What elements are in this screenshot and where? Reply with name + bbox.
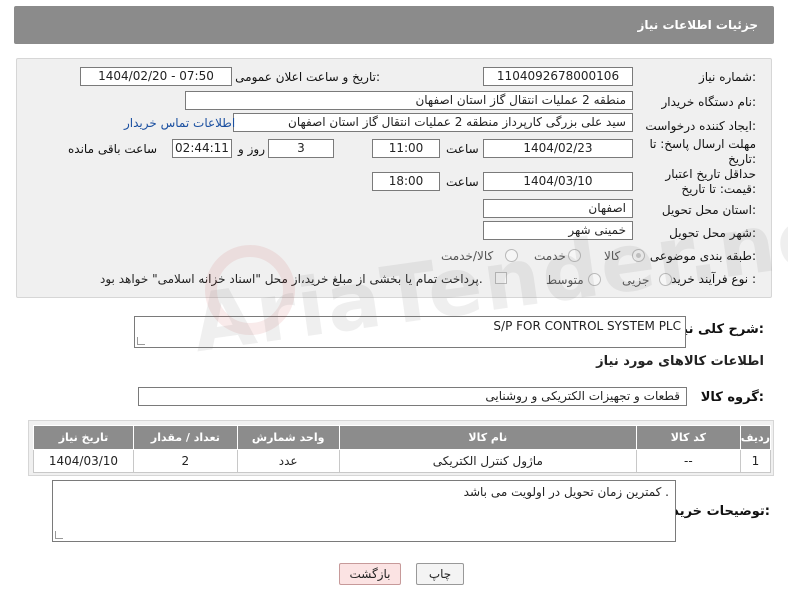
cell-code: -- (636, 449, 741, 473)
resize-grip-icon[interactable] (55, 531, 63, 539)
requester-field: سید علی بزرگی کارپرداز منطقه 2 عملیات ان… (233, 113, 633, 132)
col-header-row: ردیف (739, 425, 772, 450)
buyer-contact-link[interactable]: اطلاعات تماس خریدار (124, 116, 235, 130)
price-validity-time-field: 18:00 (372, 172, 440, 191)
items-table: ردیف کد کالا نام کالا واحد شمارش تعداد /… (33, 425, 772, 473)
announce-datetime-label: تاریخ و ساعت اعلان عمومی: (235, 70, 380, 84)
purchase-radio-minor[interactable] (659, 273, 672, 286)
reply-deadline-time-field: 11:00 (372, 139, 440, 158)
days-remaining-field: 3 (268, 139, 334, 158)
category-option-service: خدمت (534, 249, 566, 263)
reply-deadline-date-field: 1404/02/23 (483, 139, 633, 158)
category-radio-goods[interactable] (632, 249, 645, 262)
purchase-option-minor: جزیی (622, 273, 650, 287)
table-row: 1 -- ماژول کنترل الکتریکی عدد 2 1404/03/… (33, 449, 772, 473)
cell-date: 1404/03/10 (33, 449, 134, 473)
resize-grip-icon[interactable] (137, 337, 145, 345)
price-validity-label: حداقل تاریخ اعتبار قیمت: تا تاریخ: (665, 167, 756, 196)
col-header-code: کد کالا (636, 425, 741, 450)
reply-deadline-time-label: ساعت (446, 142, 479, 156)
category-radio-both[interactable] (505, 249, 518, 262)
cell-name: ماژول کنترل الکتریکی (338, 449, 638, 473)
need-number-label: شماره نیاز: (698, 70, 756, 84)
time-remaining-field: 02:44:11 (172, 139, 232, 158)
cell-row: 1 (739, 449, 772, 473)
col-header-qty: تعداد / مقدار (132, 425, 238, 450)
col-header-name: نام کالا (338, 425, 638, 450)
purchase-radio-medium[interactable] (588, 273, 601, 286)
category-option-both: کالا/خدمت (441, 249, 494, 263)
delivery-city-label: شهر محل تحویل: (669, 226, 756, 240)
cell-qty: 2 (132, 449, 238, 473)
buyer-notes-label: توضیحات خریدار: (660, 504, 770, 519)
delivery-city-field: خمینی شهر (483, 221, 633, 240)
announce-datetime-field: 1404/02/20 - 07:50 (80, 67, 232, 86)
purchase-type-label: نوع فرآیند خرید : (671, 272, 756, 286)
category-radio-service[interactable] (568, 249, 581, 262)
col-header-date: تاریخ نیاز (33, 425, 134, 450)
buyer-notes-textarea[interactable]: کمترین زمان تحویل در اولویت می باشد . (52, 480, 676, 542)
need-number-field: 1104092678000106 (483, 67, 633, 86)
buyer-org-field: منطقه 2 عملیات انتقال گاز استان اصفهان (185, 91, 633, 110)
price-validity-date-field: 1404/03/10 (483, 172, 633, 191)
requester-label: ایجاد کننده درخواست: (645, 119, 756, 133)
col-header-unit: واحد شمارش (236, 425, 340, 450)
treasury-checkbox[interactable] (495, 272, 507, 284)
cell-unit: عدد (236, 449, 340, 473)
page-header: جزئیات اطلاعات نیاز (14, 6, 774, 44)
days-label: روز و (238, 142, 265, 156)
back-button[interactable]: بازگشت (339, 563, 401, 585)
watermark-logo (205, 245, 295, 335)
goods-group-field: قطعات و تجهیزات الکتریکی و روشنایی (138, 387, 687, 406)
buyer-org-label: نام دستگاه خریدار: (661, 95, 757, 109)
time-remaining-label: ساعت باقی مانده (68, 142, 158, 156)
delivery-province-field: اصفهان (483, 199, 633, 218)
category-label: طبقه بندی موضوعی: (649, 249, 756, 263)
category-option-goods: کالا (604, 249, 621, 263)
goods-group-label: گروه کالا: (700, 390, 764, 405)
print-button[interactable]: چاپ (416, 563, 464, 585)
price-validity-time-label: ساعت (446, 175, 479, 189)
goods-info-title: اطلاعات کالاهای مورد نیاز (596, 354, 764, 369)
description-text: S/P FOR CONTROL SYSTEM PLC (493, 319, 681, 333)
buyer-notes-text: کمترین زمان تحویل در اولویت می باشد . (463, 485, 669, 499)
purchase-option-medium: متوسط (546, 273, 584, 287)
delivery-province-label: استان محل تحویل: (661, 203, 756, 217)
reply-deadline-label: مهلت ارسال پاسخ: تا تاریخ: (649, 137, 756, 166)
